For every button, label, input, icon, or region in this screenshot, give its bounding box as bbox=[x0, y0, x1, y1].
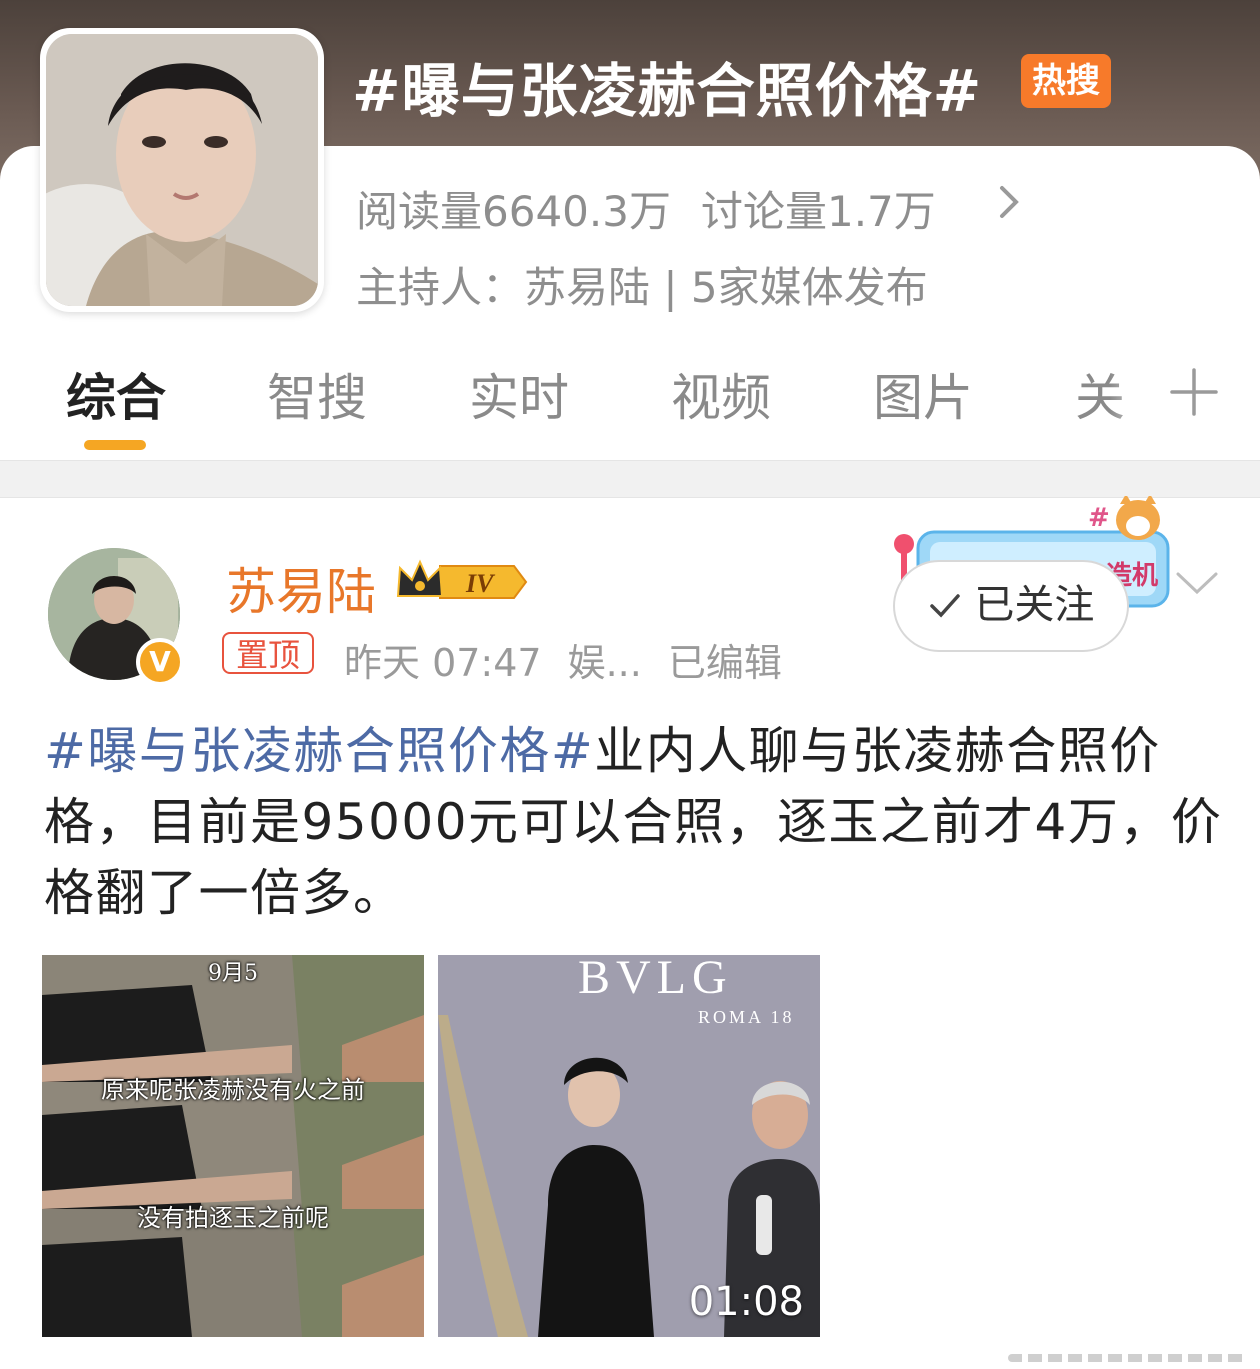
follow-button[interactable]: 已关注 bbox=[893, 560, 1129, 652]
chevron-right-icon[interactable] bbox=[998, 182, 1022, 232]
author-name[interactable]: 苏易陆 bbox=[226, 552, 376, 624]
hot-search-badge: 热搜 bbox=[1021, 54, 1111, 108]
read-count: 阅读量6640.3万 bbox=[356, 187, 671, 236]
post-body: #曝与张凌赫合照价格#业内人聊与张凌赫合照价格，目前是95000元可以合照，逐玉… bbox=[44, 716, 1224, 929]
follow-button-label: 已关注 bbox=[974, 582, 1095, 628]
image-1-caption-1: 原来呢张凌赫没有火之前 bbox=[101, 1076, 365, 1104]
tab-video[interactable]: 视频 bbox=[671, 358, 771, 430]
post-time: 昨天 07:47 bbox=[344, 641, 542, 685]
crown-level-icon[interactable]: IV bbox=[394, 556, 528, 610]
post-video-thumbnail[interactable]: BVLG ROMA 18 01:08 bbox=[438, 955, 820, 1337]
post-image-1[interactable]: 9月5 原来呢张凌赫没有火之前 没有拍逐玉之前呢 bbox=[42, 955, 424, 1337]
edited-label: 已编辑 bbox=[667, 641, 782, 685]
svg-text:#: # bbox=[1088, 503, 1110, 533]
chevron-down-icon[interactable] bbox=[1172, 560, 1222, 616]
add-tab-icon[interactable] bbox=[1168, 352, 1220, 446]
bottom-indicator bbox=[1008, 1354, 1248, 1362]
image-1-caption-2: 没有拍逐玉之前呢 bbox=[137, 1204, 329, 1232]
image-1-date-overlay: 9月5 bbox=[208, 961, 258, 986]
topic-cover-image[interactable] bbox=[40, 28, 324, 312]
post-meta: 昨天 07:47 娱... 已编辑 bbox=[344, 632, 782, 687]
topic-title: #曝与张凌赫合照价格# bbox=[352, 57, 983, 125]
tab-images[interactable]: 图片 bbox=[873, 358, 973, 430]
post-hashtag-link[interactable]: #曝与张凌赫合照价格# bbox=[44, 722, 594, 780]
verified-icon: V bbox=[136, 638, 184, 686]
level-text: IV bbox=[465, 569, 496, 598]
section-divider bbox=[0, 460, 1260, 498]
video-duration: 01:08 bbox=[688, 1279, 804, 1325]
tab-comprehensive[interactable]: 综合 bbox=[66, 358, 166, 430]
discussion-count: 讨论量1.7万 bbox=[700, 187, 936, 236]
active-tab-indicator bbox=[84, 440, 146, 450]
brand-text: BVLG bbox=[578, 955, 733, 1004]
brand-subtext: ROMA 18 bbox=[698, 1007, 795, 1027]
tab-realtime[interactable]: 实时 bbox=[469, 358, 569, 430]
image-1-graphic bbox=[42, 955, 424, 1337]
cover-portrait bbox=[46, 34, 318, 306]
post-category[interactable]: 娱... bbox=[568, 641, 642, 685]
tab-bar: 综合 智搜 实时 视频 图片 关 bbox=[0, 352, 1260, 460]
tab-fade bbox=[1110, 352, 1160, 432]
tab-smart-search[interactable]: 智搜 bbox=[267, 358, 367, 430]
checkmark-icon bbox=[929, 594, 960, 618]
topic-stats[interactable]: 阅读量6640.3万 讨论量1.7万 bbox=[356, 178, 936, 239]
pinned-tag: 置顶 bbox=[222, 632, 315, 674]
topic-host-line: 主持人：苏易陆 | 5家媒体发布 bbox=[356, 263, 928, 312]
